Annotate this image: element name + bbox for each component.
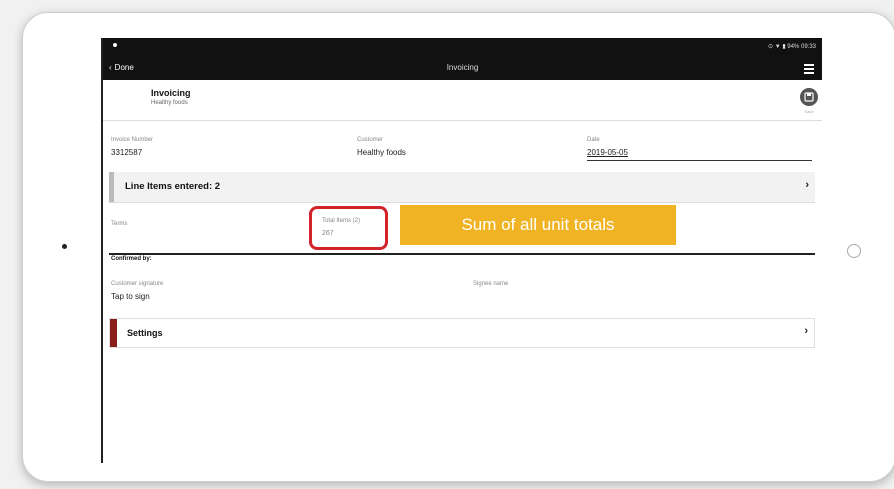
- notification-dot-icon: [113, 43, 117, 47]
- date-value[interactable]: 2019-05-05: [587, 148, 628, 157]
- page-header: Invoicing Healthy foods Save: [103, 80, 822, 121]
- save-icon: [804, 92, 814, 102]
- invoice-number-label: Invoice Number: [111, 137, 154, 143]
- date-field-underline: [587, 160, 812, 161]
- settings-label: Settings: [127, 328, 163, 338]
- save-caption: Save: [804, 109, 814, 114]
- line-items-label: Line Items entered: 2: [125, 181, 221, 192]
- callout-label: Sum of all unit totals: [400, 205, 676, 245]
- line-items-row[interactable]: Line Items entered: 2 ›: [109, 172, 815, 203]
- settings-accent: [110, 319, 117, 347]
- signature-field[interactable]: Tap to sign: [111, 292, 150, 301]
- page-subtitle: Healthy foods: [151, 100, 188, 106]
- chevron-right-icon: ›: [805, 179, 809, 191]
- hamburger-icon[interactable]: [804, 64, 814, 76]
- settings-row[interactable]: Settings ›: [109, 318, 815, 348]
- status-bar: ⊙ ▼ ▮ 94% 09:33: [103, 38, 822, 58]
- page-title: Invoicing: [151, 88, 191, 98]
- nav-bar: ‹ Done Invoicing: [103, 58, 822, 80]
- chevron-right-icon: ›: [804, 325, 808, 337]
- terms-label: Terms: [111, 221, 128, 227]
- status-indicators-text: ⊙ ▼ ▮ 94% 09:33: [768, 44, 816, 50]
- confirmed-by-label: Confirmed by:: [111, 256, 152, 262]
- line-items-accent: [109, 172, 114, 202]
- section-divider: [109, 253, 815, 255]
- invoice-number-value[interactable]: 3312587: [111, 148, 142, 157]
- home-button[interactable]: [847, 244, 861, 258]
- total-highlight-box: [309, 206, 388, 250]
- app-screen: ⊙ ▼ ▮ 94% 09:33 ‹ Done Invoicing Invoici…: [101, 38, 822, 463]
- nav-title: Invoicing: [446, 63, 479, 72]
- signature-label: Customer signature: [111, 281, 164, 287]
- date-label: Date: [587, 137, 600, 143]
- save-button[interactable]: [800, 88, 818, 106]
- signer-name-label: Signee name: [473, 281, 509, 287]
- customer-value[interactable]: Healthy foods: [357, 148, 406, 157]
- customer-label: Customer: [357, 137, 384, 143]
- status-indicators: ⊙ ▼ ▮ 94% 09:33: [768, 43, 816, 50]
- camera-dot: [62, 244, 67, 249]
